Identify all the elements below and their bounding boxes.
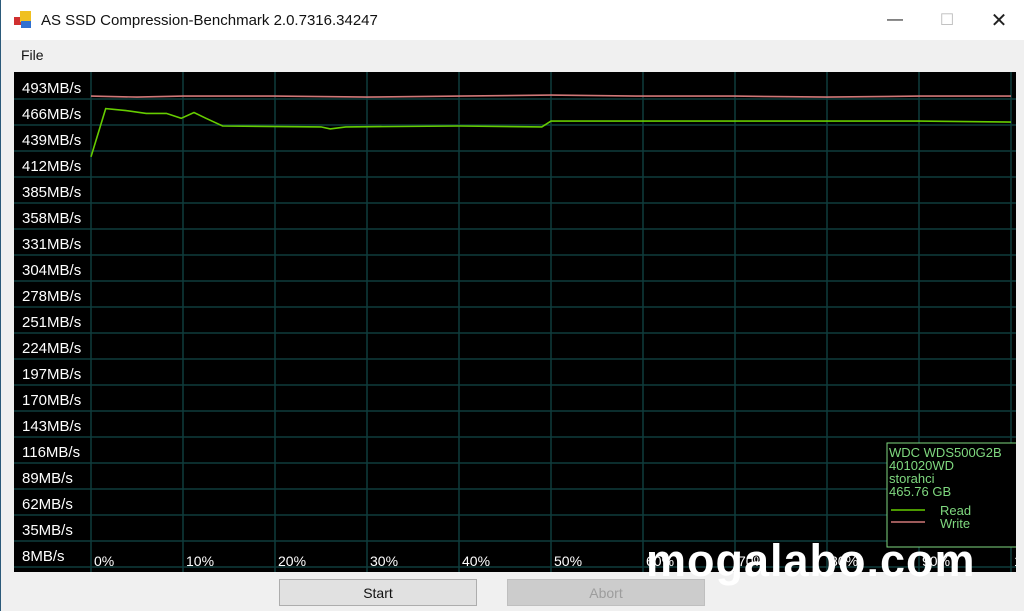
y-tick-label: 8MB/s — [22, 548, 65, 565]
y-tick-label: 358MB/s — [22, 210, 81, 227]
y-tick-label: 35MB/s — [22, 522, 73, 539]
x-tick-label: 30% — [370, 553, 398, 569]
plot-background — [14, 72, 1016, 572]
x-tick-label: 10% — [186, 553, 214, 569]
y-tick-label: 331MB/s — [22, 236, 81, 253]
start-button[interactable]: Start — [279, 579, 477, 606]
y-tick-label: 251MB/s — [22, 314, 81, 331]
legend-write-label: Write — [940, 516, 970, 531]
app-icon — [14, 11, 32, 29]
x-tick-label: 0% — [94, 553, 114, 569]
close-icon: ✕ — [990, 9, 1008, 32]
y-tick-label: 197MB/s — [22, 366, 81, 383]
y-tick-label: 304MB/s — [22, 262, 81, 279]
y-tick-label: 385MB/s — [22, 184, 81, 201]
y-tick-label: 278MB/s — [22, 288, 81, 305]
y-tick-label: 116MB/s — [22, 444, 80, 461]
watermark: mogalabo.com — [646, 535, 976, 586]
benchmark-chart: 493MB/s 466MB/s 439MB/s 412MB/s 385MB/s 358MB… — [14, 72, 1016, 572]
y-tick-label: 143MB/s — [22, 418, 81, 435]
x-tick-label: 40% — [462, 553, 490, 569]
y-tick-label: 170MB/s — [22, 392, 81, 409]
minimize-button[interactable]: — — [869, 0, 921, 40]
y-tick-label: 493MB/s — [22, 80, 81, 97]
y-tick-label: 466MB/s — [22, 106, 81, 123]
minimize-icon: — — [887, 11, 903, 28]
menu-file[interactable]: File — [21, 47, 44, 63]
x-tick-label: 50% — [554, 553, 582, 569]
legend-drive-info: 465.76 GB — [889, 484, 951, 499]
x-tick-label: 100% — [1014, 553, 1016, 569]
y-tick-label: 412MB/s — [22, 158, 81, 175]
close-button[interactable]: ✕ — [973, 0, 1024, 40]
maximize-button[interactable]: ☐ — [921, 0, 973, 40]
y-tick-label: 62MB/s — [22, 496, 73, 513]
x-tick-label: 20% — [278, 553, 306, 569]
title-bar: AS SSD Compression-Benchmark 2.0.7316.34… — [1, 0, 1024, 40]
window-title: AS SSD Compression-Benchmark 2.0.7316.34… — [41, 11, 378, 29]
menu-bar: File — [1, 40, 1024, 70]
maximize-icon: ☐ — [939, 12, 955, 29]
y-tick-label: 224MB/s — [22, 340, 81, 357]
y-tick-label: 439MB/s — [22, 132, 81, 149]
y-tick-label: 89MB/s — [22, 470, 73, 487]
